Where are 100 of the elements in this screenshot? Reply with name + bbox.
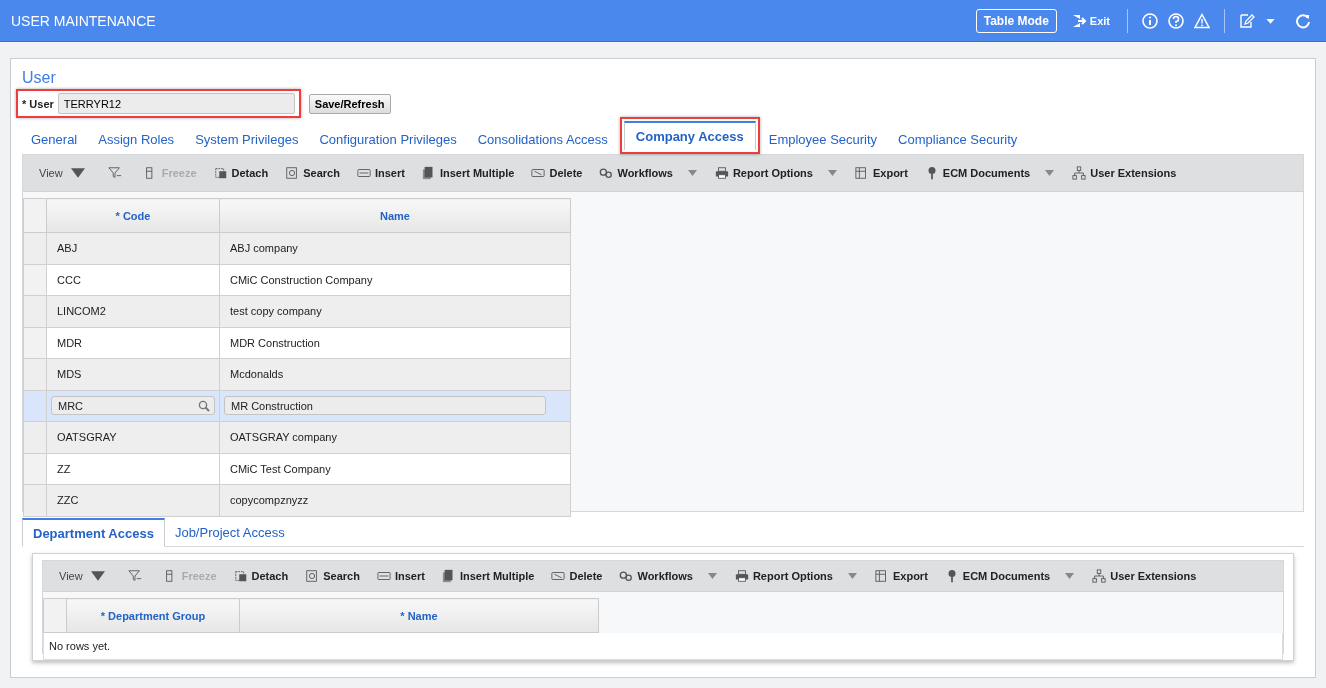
toolbar-button[interactable]: Detach [225, 566, 298, 586]
name-field[interactable]: MR Construction [224, 396, 546, 416]
pages-icon [421, 166, 436, 180]
toolbar-button[interactable]: Insert Multiple [413, 163, 524, 183]
table-cell: MDR Construction [219, 327, 571, 359]
table-cell: ABJ company [219, 232, 571, 264]
grid-icon [874, 569, 889, 583]
gears-icon [619, 569, 634, 583]
gears-icon [599, 166, 614, 180]
code-field[interactable]: MRC [51, 396, 215, 416]
detach-icon [233, 569, 248, 583]
tab[interactable]: System Privileges [186, 126, 311, 154]
caret-icon[interactable] [1045, 170, 1055, 176]
info-icon[interactable] [1142, 12, 1158, 29]
toolbar-button[interactable]: Delete [543, 566, 612, 586]
toolbar-button[interactable]: User Extensions [1064, 163, 1186, 183]
caret-icon [70, 166, 85, 180]
table-row[interactable]: LINCOM2 test copy company [23, 295, 571, 327]
refresh-icon[interactable] [1295, 12, 1311, 29]
caret-icon[interactable] [1065, 573, 1075, 579]
delete-icon [551, 569, 566, 583]
column-header[interactable]: Name [219, 198, 571, 233]
table-cell: OATSGRAY [46, 421, 220, 453]
insert-icon [376, 569, 391, 583]
caret-icon[interactable] [687, 170, 697, 176]
search-icon[interactable] [198, 399, 210, 412]
caret-icon[interactable] [827, 170, 837, 176]
caret-icon [90, 569, 105, 583]
tab[interactable]: Company Access [623, 121, 756, 150]
delete-icon [531, 166, 546, 180]
toolbar-button[interactable]: Report Options [706, 163, 822, 183]
warning-icon[interactable] [1194, 12, 1210, 29]
table-cell: copycompznyzz [219, 484, 571, 516]
window-title: USER MAINTENANCE [11, 12, 157, 29]
toolbar-button[interactable]: ECM Documents [936, 566, 1060, 586]
view-menu[interactable]: View [31, 163, 94, 183]
toolbar-button[interactable]: ECM Documents [916, 163, 1040, 183]
table-cell: MDS [46, 358, 220, 390]
view-menu[interactable]: View [51, 566, 114, 586]
field-label: * User [22, 97, 54, 110]
insert-icon [356, 166, 371, 180]
caret-icon[interactable] [707, 573, 717, 579]
printer-icon [714, 166, 729, 180]
toolbar-button[interactable]: Detach [205, 163, 278, 183]
toolbar-button[interactable]: Insert [368, 566, 434, 586]
toolbar-button[interactable]: Export [866, 566, 937, 586]
toolbar-button[interactable]: Delete [523, 163, 592, 183]
toolbar-button[interactable]: Export [846, 163, 917, 183]
table-cell: Mcdonalds [219, 358, 571, 390]
table-cell: ABJ [46, 232, 220, 264]
search-icon [285, 166, 300, 180]
table-cell: CMiC Construction Company [219, 264, 571, 296]
save-refresh-button[interactable]: Save/Refresh [308, 93, 391, 114]
column-header[interactable]: * Code [46, 198, 220, 233]
toolbar-button[interactable]: Insert [348, 163, 414, 183]
toolbar-button[interactable]: Search [277, 163, 349, 183]
table-row[interactable]: ZZ CMiC Test Company [23, 453, 571, 485]
empty-message: No rows yet. [43, 633, 1283, 660]
table-row[interactable]: OATSGRAY OATSGRAY company [23, 421, 571, 453]
search-icon [305, 569, 320, 583]
table-row[interactable]: ZZC copycompznyzz [23, 484, 571, 516]
hierarchy-icon [1072, 166, 1087, 180]
column-header[interactable]: * Name [239, 598, 599, 633]
edit-icon[interactable] [1239, 12, 1255, 29]
tab[interactable]: Assign Roles [89, 126, 187, 154]
table-row[interactable]: CCC CMiC Construction Company [23, 264, 571, 296]
table-row[interactable]: MDR MDR Construction [23, 327, 571, 359]
table-row[interactable]: ABJ ABJ company [23, 232, 571, 264]
toolbar-button[interactable]: Workflows [591, 163, 682, 183]
column-header[interactable]: * Department Group [66, 598, 240, 633]
table-cell: LINCOM2 [46, 295, 220, 327]
section-title: User [22, 69, 57, 87]
toolbar-button[interactable]: User Extensions [1084, 566, 1206, 586]
tab[interactable]: Compliance Security [889, 126, 1030, 154]
grid-icon [854, 166, 869, 180]
tab[interactable]: Department Access [22, 518, 165, 547]
tab[interactable]: Job/Project Access [164, 518, 295, 546]
table-cell: CCC [46, 264, 220, 296]
pages-icon [441, 569, 456, 583]
table-row[interactable]: MDS Mcdonalds [23, 358, 571, 390]
toolbar-button[interactable]: Report Options [726, 566, 842, 586]
hierarchy-icon [1092, 569, 1107, 583]
table-cell: CMiC Test Company [219, 453, 571, 485]
toolbar-button[interactable]: Insert Multiple [433, 566, 544, 586]
toolbar-button[interactable]: Search [297, 566, 369, 586]
caret-icon[interactable] [847, 573, 857, 579]
tab[interactable]: Consolidations Access [468, 126, 620, 154]
printer-icon [734, 569, 749, 583]
user-field[interactable]: TERRYR12 [57, 93, 295, 114]
help-icon[interactable] [1168, 12, 1184, 29]
table-cell: ZZC [46, 484, 220, 516]
tab[interactable]: Employee Security [759, 126, 890, 154]
toolbar-button[interactable]: Workflows [611, 566, 702, 586]
tab[interactable]: Configuration Privileges [310, 126, 469, 154]
table-cell: test copy company [219, 295, 571, 327]
table-cell: MDR [46, 327, 220, 359]
table-cell: ZZ [46, 453, 220, 485]
detach-icon [213, 166, 228, 180]
table-cell: OATSGRAY company [219, 421, 571, 453]
tab[interactable]: General [22, 126, 90, 154]
